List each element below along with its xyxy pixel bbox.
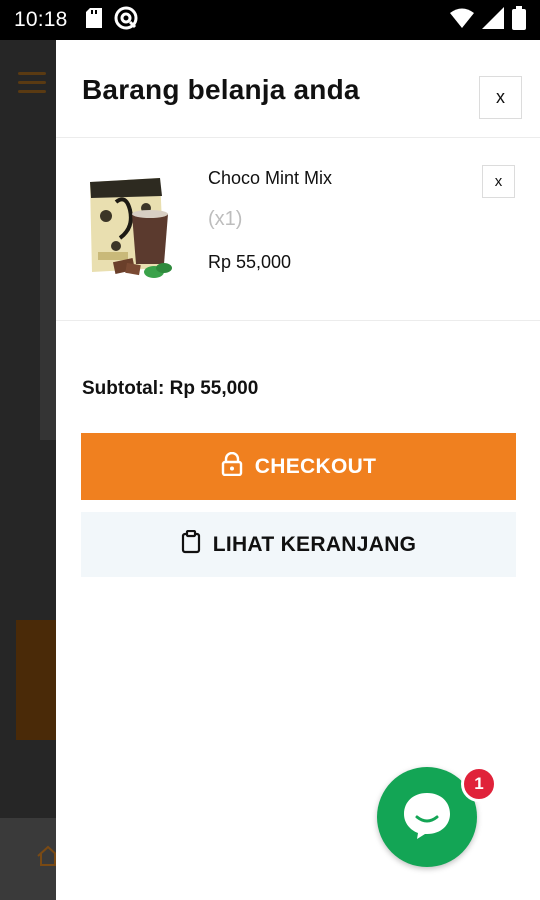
- checkout-label: CHECKOUT: [254, 454, 377, 478]
- background-content: [40, 220, 56, 440]
- wifi-icon: [450, 8, 474, 33]
- lock-icon: [221, 451, 243, 482]
- chat-notification-badge: 1: [461, 766, 497, 802]
- item-name[interactable]: Choco Mint Mix: [208, 168, 332, 189]
- drawer-header: Barang belanja anda x: [56, 40, 540, 138]
- cart-item: Choco Mint Mix (x1) Rp 55,000 x: [56, 138, 540, 321]
- item-price: Rp 55,000: [208, 252, 292, 272]
- remove-item-button[interactable]: x: [482, 165, 515, 198]
- sd-card-icon: [85, 7, 102, 33]
- status-time: 10:18: [14, 8, 68, 31]
- choco-mint-product-image[interactable]: [86, 176, 176, 286]
- chat-bubble-icon: [399, 787, 455, 848]
- at-sign-icon: [114, 6, 138, 35]
- background-banner: [16, 620, 56, 740]
- view-cart-label: LIHAT KERANJANG: [212, 532, 417, 556]
- item-quantity: (x1): [208, 208, 243, 230]
- close-drawer-button[interactable]: x: [479, 76, 522, 119]
- checkout-button[interactable]: CHECKOUT: [81, 433, 516, 500]
- subtotal: Subtotal: Rp 55,000: [82, 378, 259, 399]
- signal-icon: [482, 6, 504, 34]
- clipboard-icon: [181, 529, 201, 560]
- status-bar: 10:18: [0, 0, 540, 40]
- hamburger-menu-icon: [18, 72, 46, 99]
- drawer-title: Barang belanja anda: [82, 74, 360, 105]
- battery-icon: [512, 5, 526, 35]
- view-cart-button[interactable]: LIHAT KERANJANG: [81, 512, 516, 577]
